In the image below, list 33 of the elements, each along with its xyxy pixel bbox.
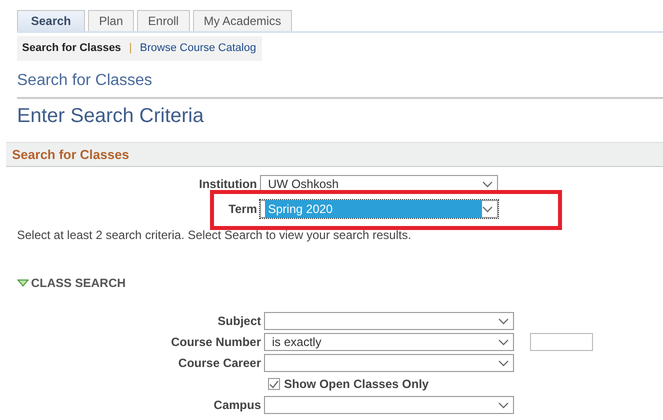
chevron-down-icon	[498, 318, 509, 324]
chevron-down-icon	[482, 180, 493, 188]
input-field[interactable]	[530, 333, 593, 351]
section-header: Search for Classes	[6, 142, 663, 167]
tab[interactable]: My Academics	[192, 10, 292, 31]
dropdown[interactable]	[264, 354, 514, 372]
dropdown[interactable]: is exactly	[264, 333, 514, 351]
tab[interactable]: Search	[17, 10, 85, 31]
collapsible-header[interactable]: CLASS SEARCH	[17, 274, 663, 292]
section-title: CLASS SEARCH	[31, 275, 126, 292]
checkbox[interactable]	[268, 378, 280, 390]
tab[interactable]: Enroll	[137, 10, 190, 31]
separator: |	[129, 41, 132, 56]
checkbox-label: Show Open Classes Only	[284, 376, 429, 393]
field-label: Institution	[198, 176, 257, 193]
page-title: Search for Classes	[17, 68, 663, 98]
tab[interactable]: Plan	[88, 10, 134, 31]
field-label: Subject	[216, 313, 261, 330]
chevron-down-icon	[482, 206, 493, 212]
dropdown[interactable]	[264, 396, 514, 414]
chevron-down-icon	[498, 338, 509, 346]
field-label: Campus	[212, 397, 261, 414]
page-heading: Enter Search Criteria	[17, 104, 205, 128]
triangle-down-icon	[17, 279, 29, 287]
field-label: Course Career	[177, 355, 261, 372]
field-label: Term	[228, 201, 257, 218]
current-page-label: Search for Classes	[22, 41, 122, 56]
chevron-down-icon	[498, 360, 509, 366]
nav-link[interactable]: Browse Course Catalog	[140, 40, 256, 56]
chevron-down-icon	[498, 402, 509, 408]
field-label: Course Number	[170, 334, 261, 351]
dropdown[interactable]	[264, 312, 514, 330]
instruction-text: Select at least 2 search criteria. Select Search to view your search results.	[17, 227, 412, 244]
